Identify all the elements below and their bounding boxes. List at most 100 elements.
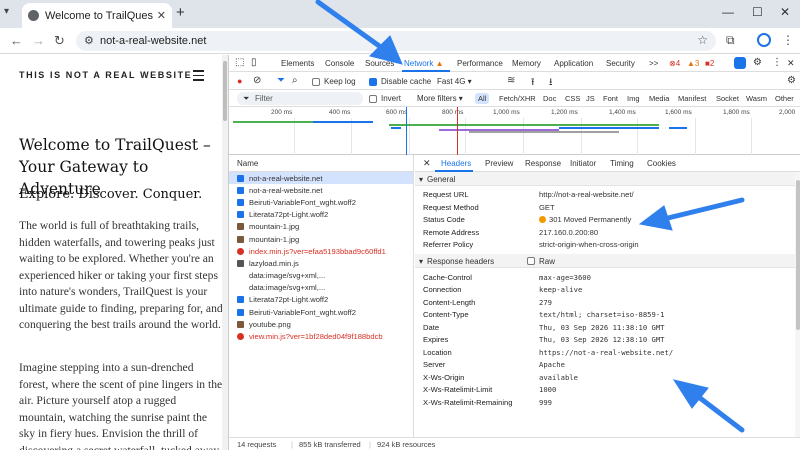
request-row[interactable]: lazyload.min.js: [229, 257, 413, 269]
tab-elements[interactable]: Elements: [281, 59, 314, 68]
tab-initiator[interactable]: Initiator: [570, 159, 596, 168]
throttle-select[interactable]: Fast 4G ▾: [437, 77, 472, 86]
record-icon[interactable]: ●: [237, 76, 242, 86]
back-icon[interactable]: ←: [10, 33, 23, 48]
general-section-header[interactable]: ▾ General: [415, 172, 800, 186]
request-row[interactable]: youtube.png: [229, 318, 413, 330]
header-value[interactable]: https://not-a-real-website.net/: [539, 348, 673, 357]
filter-icon[interactable]: ⏷: [277, 75, 285, 86]
type-filter-manifest[interactable]: Manifest: [678, 94, 706, 103]
header-value[interactable]: Thu, 03 Sep 2026 12:38:10 GMT: [539, 335, 665, 344]
tab-sources[interactable]: Sources: [365, 59, 394, 68]
detail-scrollbar[interactable]: [795, 172, 800, 437]
inspect-element-icon[interactable]: ⬚: [235, 57, 244, 68]
tab-console[interactable]: Console: [325, 59, 354, 68]
header-value[interactable]: 999: [539, 398, 552, 407]
tab-network[interactable]: Network ▲: [404, 59, 444, 68]
maximize-icon[interactable]: ☐: [752, 5, 763, 19]
more-tabs-button[interactable]: >>: [649, 59, 658, 68]
type-filter-img[interactable]: Img: [627, 94, 640, 103]
tab-search-icon[interactable]: ▾: [4, 6, 9, 17]
new-tab-button[interactable]: +: [176, 4, 185, 21]
header-value[interactable]: http://not-a-real-website.net/: [539, 190, 634, 199]
header-value[interactable]: Apache: [539, 360, 565, 369]
clear-icon[interactable]: ⊘: [253, 75, 261, 86]
header-value[interactable]: text/html; charset=iso-8859-1: [539, 310, 665, 319]
close-devtools-icon[interactable]: ✕: [787, 58, 795, 69]
ai-assistance-icon[interactable]: [734, 57, 746, 69]
tab-security[interactable]: Security: [606, 59, 635, 68]
header-value[interactable]: 301 Moved Permanently: [539, 215, 631, 224]
issues-count-badge[interactable]: ■2: [705, 59, 714, 68]
header-value[interactable]: max-age=3600: [539, 273, 591, 282]
response-headers-section-header[interactable]: ▾ Response headers Raw: [415, 253, 800, 268]
tab-performance[interactable]: Performance: [457, 59, 503, 68]
device-toolbar-icon[interactable]: ▯: [251, 57, 257, 68]
disable-cache-checkbox[interactable]: [369, 78, 377, 86]
type-filter-media[interactable]: Media: [649, 94, 669, 103]
raw-checkbox[interactable]: [527, 256, 535, 265]
request-row[interactable]: view.min.js?ver=1bf28ded04f9f188bdcb: [229, 330, 413, 342]
error-count-badge[interactable]: ⊗4: [669, 59, 680, 68]
tab-preview[interactable]: Preview: [485, 159, 513, 168]
reload-icon[interactable]: ↻: [54, 33, 65, 49]
header-value[interactable]: GET: [539, 203, 555, 212]
request-row[interactable]: Beiruti-VariableFont_wght.woff2: [229, 196, 413, 208]
name-column-header[interactable]: Name: [229, 155, 413, 172]
request-row[interactable]: not-a-real-website.net: [229, 172, 413, 185]
header-value[interactable]: keep-alive: [539, 285, 582, 294]
type-filter-wasm[interactable]: Wasm: [746, 94, 767, 103]
request-row[interactable]: index.min.js?ver=efaa5193bbad9c60ffd1: [229, 245, 413, 257]
header-value[interactable]: 1000: [539, 385, 556, 394]
request-row[interactable]: Literata72pt-Light.woff2: [229, 209, 413, 221]
tab-cookies[interactable]: Cookies: [647, 159, 676, 168]
type-filter-all[interactable]: All: [475, 93, 490, 104]
warning-count-badge[interactable]: ▲3: [687, 59, 699, 68]
type-filter-socket[interactable]: Socket: [716, 94, 739, 103]
header-value[interactable]: available: [539, 373, 578, 382]
devtools-menu-icon[interactable]: ⋮: [772, 57, 782, 68]
invert-checkbox[interactable]: [369, 95, 377, 103]
type-filter-other[interactable]: Other: [775, 94, 794, 103]
site-name[interactable]: THIS IS NOT A REAL WEBSITE: [19, 70, 192, 80]
request-row[interactable]: Literata72pt-Light.woff2: [229, 294, 413, 306]
request-row[interactable]: Beiruti-VariableFont_wght.woff2: [229, 306, 413, 318]
request-row[interactable]: mountain-1.jpg: [229, 221, 413, 233]
extensions-icon[interactable]: ⧉: [726, 33, 735, 48]
type-filter-fetch[interactable]: Fetch/XHR: [499, 94, 536, 103]
close-detail-icon[interactable]: ✕: [423, 158, 431, 169]
minimize-icon[interactable]: —: [722, 5, 734, 19]
browser-tab[interactable]: Welcome to TrailQuest – Your G ✕: [22, 3, 172, 28]
type-filter-js[interactable]: JS: [586, 94, 595, 103]
tab-application[interactable]: Application: [554, 59, 593, 68]
address-bar[interactable]: ⚙ not-a-real-website.net ☆: [76, 31, 716, 51]
tab-memory[interactable]: Memory: [512, 59, 541, 68]
request-row[interactable]: not-a-real-website.net: [229, 184, 413, 196]
header-value[interactable]: 279: [539, 298, 552, 307]
search-icon[interactable]: ⌕: [292, 75, 298, 86]
close-tab-icon[interactable]: ✕: [157, 9, 166, 22]
header-value[interactable]: strict-origin-when-cross-origin: [539, 240, 639, 249]
profile-avatar[interactable]: [757, 33, 771, 47]
network-overview-timeline[interactable]: 200 ms 400 ms 600 ms 800 ms 1,000 ms 1,2…: [229, 107, 800, 155]
menu-icon[interactable]: ⋮: [782, 33, 794, 47]
request-row[interactable]: data:image/svg+xml,...: [229, 282, 413, 294]
site-info-icon[interactable]: ⚙: [84, 34, 94, 47]
network-conditions-icon[interactable]: ≋: [507, 75, 515, 86]
type-filter-doc[interactable]: Doc: [543, 94, 556, 103]
hamburger-menu-icon[interactable]: [193, 70, 204, 84]
keep-log-checkbox[interactable]: [312, 78, 320, 86]
type-filter-css[interactable]: CSS: [565, 94, 580, 103]
header-value[interactable]: 217.160.0.200:80: [539, 228, 598, 237]
request-row[interactable]: data:image/svg+xml,...: [229, 270, 413, 282]
tab-response[interactable]: Response: [525, 159, 561, 168]
request-row[interactable]: mountain-1.jpg: [229, 233, 413, 245]
network-settings-icon[interactable]: ⚙: [787, 75, 796, 86]
close-window-icon[interactable]: ✕: [780, 5, 790, 19]
type-filter-font[interactable]: Font: [603, 94, 618, 103]
tab-timing[interactable]: Timing: [610, 159, 634, 168]
tab-headers[interactable]: Headers: [441, 159, 471, 168]
header-value[interactable]: Thu, 03 Sep 2026 11:38:10 GMT: [539, 323, 665, 332]
forward-icon[interactable]: →: [32, 33, 45, 48]
filter-input[interactable]: ⏷ Filter: [237, 92, 363, 105]
